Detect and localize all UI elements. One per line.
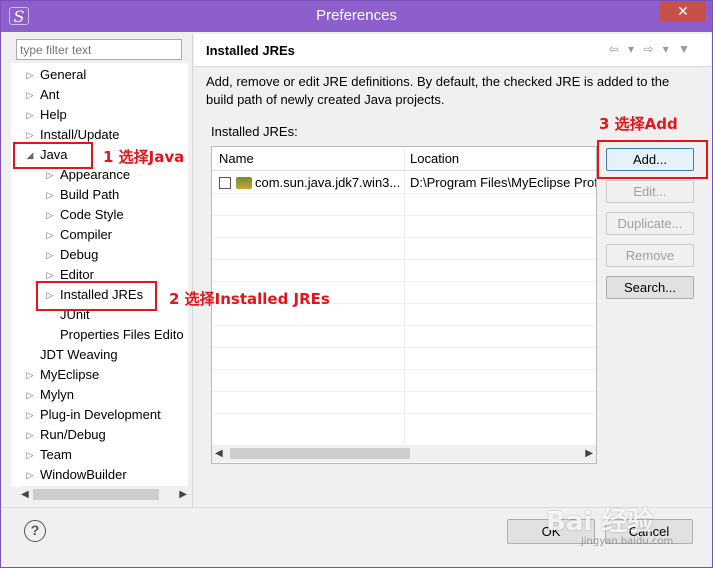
step1-annotation: 1 选择Java (103, 148, 185, 166)
tree-item-label: General (40, 67, 87, 82)
help-icon[interactable]: ? (24, 520, 46, 542)
close-button[interactable]: ✕ (660, 1, 706, 22)
grid-line (212, 259, 596, 260)
baidu-watermark: Bai 经验 (546, 507, 654, 537)
grid-line (212, 347, 596, 348)
tree-item-label: Ant (40, 87, 60, 102)
tree-item-label: Plug-in Development (40, 407, 161, 422)
collapsed-arrow-icon[interactable]: ▷ (25, 105, 35, 125)
collapsed-arrow-icon[interactable]: ▷ (25, 85, 35, 105)
tree-item-label: Team (40, 447, 72, 462)
jre-checkbox[interactable] (219, 177, 231, 189)
history-nav-icons[interactable]: ⇦ ▾ ⇨ ▾ ▼ (609, 42, 693, 56)
window-title: Preferences (316, 7, 397, 24)
remove-button[interactable]: Remove (606, 244, 694, 267)
jre-name-cell: com.sun.java.jdk7.win3... (255, 175, 401, 190)
collapsed-arrow-icon[interactable]: ▷ (45, 225, 55, 245)
grid-line (212, 391, 596, 392)
grid-line (212, 369, 596, 370)
tree-item-label: MyEclipse (40, 367, 100, 382)
tree-item-label: Properties Files Edito (60, 327, 184, 342)
grid-line (212, 193, 596, 194)
grid-line (212, 237, 596, 238)
preference-tree: ▷ General ▷ Ant ▷ Help ▷ Install/Update ◢ Java ▷ Ap… (11, 63, 188, 487)
tree-item-label: Compiler (60, 227, 113, 242)
installed-jres-label: Installed JREs: (211, 124, 298, 139)
column-header-location[interactable]: Location (410, 151, 459, 166)
collapsed-arrow-icon[interactable]: ▷ (25, 405, 35, 425)
column-header-name[interactable]: Name (219, 151, 254, 166)
scroll-left-icon[interactable]: ◀ (21, 486, 29, 503)
jre-library-icon (236, 177, 252, 189)
collapsed-arrow-icon[interactable]: ▷ (25, 385, 35, 405)
scroll-right-icon[interactable]: ▶ (585, 445, 593, 462)
grid-line (212, 325, 596, 326)
collapsed-arrow-icon[interactable]: ▷ (25, 365, 35, 385)
collapsed-arrow-icon[interactable]: ▷ (25, 65, 35, 85)
table-row[interactable]: com.sun.java.jdk7.win3... D:\Program Fil… (212, 173, 596, 193)
tree-item-label: Run/Debug (40, 427, 106, 442)
collapsed-arrow-icon[interactable]: ▷ (25, 465, 35, 485)
tree-item-label: WindowBuilder (40, 467, 127, 482)
tree-item-label: Code Style (60, 207, 124, 222)
page-title: Installed JREs (206, 43, 295, 58)
collapsed-arrow-icon[interactable]: ▷ (25, 425, 35, 445)
tree-item-label: JDT Weaving (40, 347, 118, 362)
java-highlight-box (13, 142, 93, 169)
scroll-right-icon[interactable]: ▶ (179, 486, 187, 503)
collapsed-arrow-icon[interactable]: ▷ (45, 205, 55, 225)
tree-horizontal-scrollbar[interactable]: ◀ ▶ (19, 486, 189, 503)
grid-line (212, 215, 596, 216)
grid-line (212, 413, 596, 414)
collapsed-arrow-icon[interactable]: ▷ (25, 445, 35, 465)
step2-annotation: 2 选择Installed JREs (169, 290, 330, 308)
title-bar[interactable]: S Preferences ✕ (1, 1, 712, 32)
scroll-left-icon[interactable]: ◀ (215, 445, 223, 462)
page-description: Add, remove or edit JRE definitions. By … (206, 74, 670, 107)
baidu-watermark-url: jingyan.baidu.com (581, 536, 674, 547)
preferences-window: S Preferences ✕ ▷ General ▷ Ant ▷ Help ▷ Instal… (0, 0, 713, 568)
page-header: Installed JREs ⇦ ▾ ⇨ ▾ ▼ (194, 34, 711, 67)
scroll-thumb[interactable] (33, 489, 159, 500)
grid-line (212, 281, 596, 282)
preference-tree-pane: ▷General▷Ant▷Help▷Install/Update◢Java▷Ap… (11, 35, 189, 507)
tree-item-label: Mylyn (40, 387, 74, 402)
collapsed-arrow-icon[interactable]: ▷ (45, 185, 55, 205)
jre-location-cell: D:\Program Files\MyEclipse Prof (410, 175, 597, 190)
tree-item-label: Build Path (60, 187, 120, 202)
installed-jres-highlight-box (36, 281, 157, 311)
scroll-thumb[interactable] (230, 448, 410, 459)
tree-item-label: Debug (60, 247, 99, 262)
pane-divider[interactable] (192, 34, 193, 508)
step3-annotation: 3 选择Add (599, 115, 678, 133)
tree-item-label: Help (40, 107, 67, 122)
filter-input[interactable] (16, 39, 182, 60)
search-button[interactable]: Search... (606, 276, 694, 299)
add-highlight-box (597, 140, 708, 179)
table-horizontal-scrollbar[interactable]: ◀ ▶ (212, 445, 596, 462)
edit-button[interactable]: Edit... (606, 180, 694, 203)
collapsed-arrow-icon[interactable]: ▷ (45, 245, 55, 265)
duplicate-button[interactable]: Duplicate... (606, 212, 694, 235)
